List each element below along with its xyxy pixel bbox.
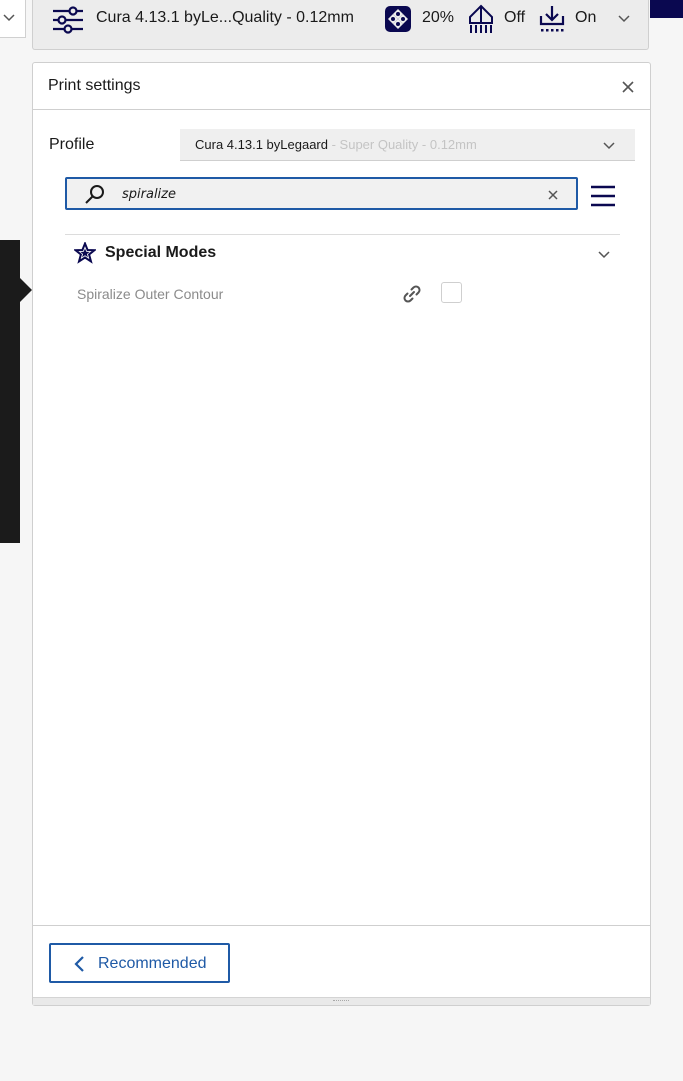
header-profile-label: Cura 4.13.1 byLe...Quality - 0.12mm <box>96 9 354 26</box>
profile-select[interactable]: Cura 4.13.1 byLegaard - Super Quality - … <box>180 129 635 161</box>
infill-icon <box>385 6 411 32</box>
print-settings-panel: Print settings Profile Cura 4.13.1 byLeg… <box>32 62 651 1006</box>
print-setup-header[interactable]: Cura 4.13.1 byLe...Quality - 0.12mm 20% <box>32 0 649 50</box>
left-dropdown-stub[interactable] <box>0 0 26 38</box>
category-special-modes[interactable]: Special Modes <box>65 235 620 273</box>
settings-visibility-menu-icon[interactable] <box>590 184 616 208</box>
support-icon <box>469 4 493 33</box>
infill-value: 20% <box>422 9 455 26</box>
setting-label: Spiralize Outer Contour <box>77 286 224 302</box>
search-input[interactable] <box>122 185 522 203</box>
close-icon[interactable] <box>618 77 638 97</box>
adhesion-icon <box>539 6 565 32</box>
chevron-down-icon <box>603 142 615 150</box>
panel-resize-handle[interactable] <box>33 997 650 1005</box>
chevron-down-icon[interactable] <box>617 12 631 26</box>
search-icon <box>85 185 104 204</box>
support-value: Off <box>504 9 526 26</box>
side-panel-arrow-icon <box>20 278 32 302</box>
link-icon[interactable] <box>401 283 423 305</box>
clear-search-icon[interactable] <box>547 189 559 201</box>
profile-label: Profile <box>49 136 95 153</box>
star-icon <box>74 242 96 264</box>
category-label: Special Modes <box>105 244 217 261</box>
profile-select-value: Cura 4.13.1 byLegaard - Super Quality - … <box>195 137 477 152</box>
settings-sliders-icon <box>53 6 83 34</box>
chevron-left-icon <box>74 956 84 972</box>
profile-quality: - Super Quality - 0.12mm <box>327 137 477 152</box>
recommended-label: Recommended <box>98 955 207 972</box>
chevron-down-icon <box>3 14 15 22</box>
side-panel-tab[interactable] <box>0 240 20 543</box>
panel-title: Print settings <box>48 77 141 94</box>
footer-divider <box>33 925 650 926</box>
recommended-button[interactable]: Recommended <box>49 943 230 983</box>
drag-grip-icon <box>333 1000 349 1002</box>
chevron-down-icon <box>598 251 610 259</box>
settings-search-box[interactable] <box>65 177 578 210</box>
top-right-dark-corner <box>650 0 683 18</box>
setting-checkbox[interactable] <box>441 282 462 303</box>
profile-name: Cura 4.13.1 byLegaard <box>195 137 328 152</box>
adhesion-value: On <box>575 9 597 26</box>
title-divider <box>33 109 650 110</box>
setting-row-spiralize: Spiralize Outer Contour <box>77 281 497 307</box>
